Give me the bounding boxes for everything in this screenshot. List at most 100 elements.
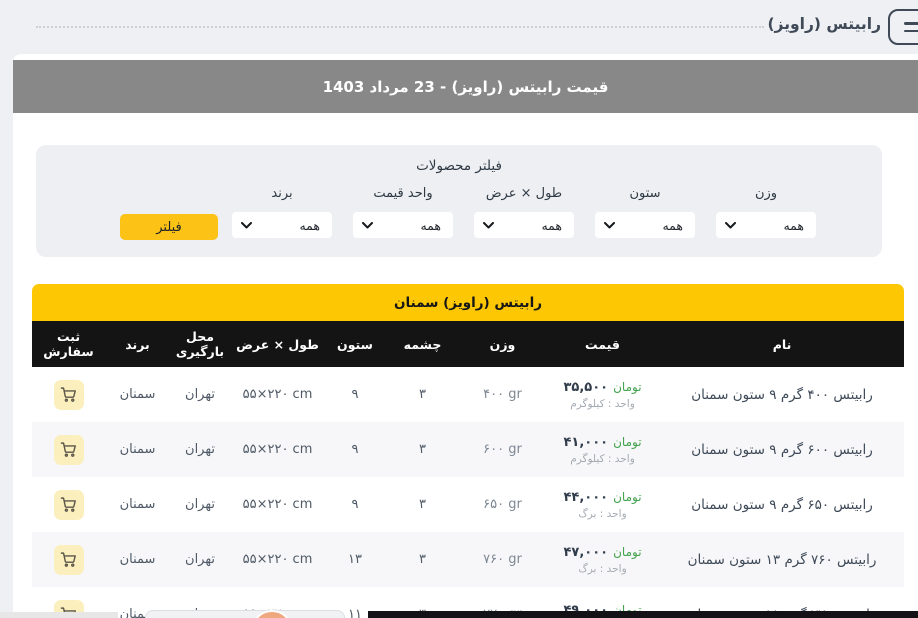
dotted-divider	[36, 26, 764, 28]
price-value: ۳۵,۵۰۰	[563, 380, 608, 395]
brand-value: سمنان	[105, 387, 170, 402]
product-name: رابیتس ۶۰۰ گرم ۹ ستون سمنان	[660, 442, 904, 458]
cheshmeh-value: ۳	[385, 442, 460, 457]
filter-fields: وزن همه ستون همه طول × عرض همه واحد قیمت	[232, 186, 816, 238]
table-row: رابیتس ۶۵۰ گرم ۹ ستون سمنان ۴۴,۰۰۰ تومان…	[32, 477, 904, 532]
hamburger-icon	[904, 22, 918, 25]
price-line: ۳۵,۵۰۰ تومان	[563, 380, 641, 395]
filter-dropdown[interactable]: همه	[232, 212, 332, 238]
sotoon-value: ۹	[325, 442, 385, 457]
column-header: برند	[105, 337, 170, 352]
table-title: رابیتس (راویز) سمنان	[32, 284, 904, 321]
size-value: ۵۵×۲۲۰ cm	[230, 497, 325, 512]
table-header-row: نامقیمتوزنچشمهستونطول × عرضمحل بارگیریبر…	[32, 321, 904, 367]
column-header: نام	[660, 337, 904, 352]
product-name: رابیتس ۷۶۰ گرم ۱۳ ستون سمنان	[660, 552, 904, 568]
column-header: قیمت	[545, 337, 660, 352]
filter-selected-value: همه	[662, 218, 683, 233]
cart-icon	[60, 551, 77, 568]
filter-dropdown[interactable]: همه	[595, 212, 695, 238]
size-value: ۵۵×۲۲۰ cm	[230, 442, 325, 457]
table-row: رابیتس ۶۰۰ گرم ۹ ستون سمنان ۴۱,۰۰۰ تومان…	[32, 422, 904, 477]
price-line: ۴۱,۰۰۰ تومان	[563, 435, 641, 450]
size-value: ۵۵×۲۲۰ cm	[230, 552, 325, 567]
filter-label: ستون	[629, 186, 660, 201]
price-table: رابیتس (راویز) سمنان نامقیمتوزنچشمهستونط…	[32, 284, 904, 618]
cheshmeh-value: ۳	[385, 497, 460, 512]
chevron-down-icon	[241, 222, 252, 229]
bottom-scroll-strip	[0, 612, 118, 618]
price-cell: ۴۷,۰۰۰ تومان واحد : برگ	[545, 545, 660, 575]
table-row: رابیتس ۴۰۰ گرم ۹ ستون سمنان ۳۵,۵۰۰ تومان…	[32, 367, 904, 422]
brand-value: سمنان	[105, 552, 170, 567]
weight-value: ۶۵۰ gr	[460, 497, 545, 512]
cheshmeh-value: ۳	[385, 552, 460, 567]
order-cell	[32, 490, 105, 520]
cart-icon	[60, 386, 77, 403]
loading-location-value: تهران	[170, 552, 230, 567]
top-bar: رابیتس (راویز)	[0, 0, 918, 54]
filter-submit-button[interactable]: فیلتر	[120, 214, 218, 240]
order-cell	[32, 380, 105, 410]
page: رابیتس (راویز) قیمت رابیتس (راویز) - 23 …	[0, 0, 918, 618]
filter-group: وزن همه	[716, 186, 816, 238]
hamburger-menu-button[interactable]	[888, 9, 918, 45]
filter-panel-title: فیلتر محصولات	[36, 158, 882, 174]
filter-label: واحد قیمت	[373, 186, 432, 201]
currency-label: تومان	[613, 380, 641, 394]
cart-icon	[60, 441, 77, 458]
sotoon-value: ۹	[325, 387, 385, 402]
price-value: ۴۷,۰۰۰	[563, 545, 608, 560]
weight-value: ۶۰۰ gr	[460, 442, 545, 457]
column-header: چشمه	[385, 337, 460, 352]
filter-label: وزن	[755, 186, 777, 201]
price-cell: ۴۴,۰۰۰ تومان واحد : برگ	[545, 490, 660, 520]
bottom-black-bar	[368, 611, 918, 618]
currency-label: تومان	[613, 545, 641, 559]
chevron-down-icon	[725, 222, 736, 229]
cheshmeh-value: ۳	[385, 387, 460, 402]
price-value: ۴۴,۰۰۰	[563, 490, 608, 505]
add-to-cart-button[interactable]	[54, 490, 84, 520]
order-cell	[32, 435, 105, 465]
floating-widget[interactable]	[145, 610, 345, 618]
unit-label: واحد : کیلوگرم	[570, 398, 635, 410]
filter-dropdown[interactable]: همه	[353, 212, 453, 238]
column-header: محل بارگیری	[170, 329, 230, 359]
content-card: قیمت رابیتس (راویز) - 23 مرداد 1403 فیلت…	[13, 54, 918, 618]
loading-location-value: تهران	[170, 387, 230, 402]
filter-dropdown[interactable]: همه	[716, 212, 816, 238]
filter-dropdown[interactable]: همه	[474, 212, 574, 238]
filter-selected-value: همه	[299, 218, 320, 233]
add-to-cart-button[interactable]	[54, 435, 84, 465]
chevron-down-icon	[604, 222, 615, 229]
weight-value: ۴۰۰ gr	[460, 387, 545, 402]
add-to-cart-button[interactable]	[54, 380, 84, 410]
price-banner: قیمت رابیتس (راویز) - 23 مرداد 1403	[13, 60, 918, 113]
chevron-down-icon	[483, 222, 494, 229]
sotoon-value: ۱۳	[325, 552, 385, 567]
table-row: رابیتس ۷۶۰ گرم ۱۳ ستون سمنان ۴۷,۰۰۰ توما…	[32, 532, 904, 587]
filter-selected-value: همه	[420, 218, 441, 233]
add-to-cart-button[interactable]	[54, 545, 84, 575]
chevron-down-icon	[362, 222, 373, 229]
filter-panel: فیلتر محصولات وزن همه ستون همه طول × عرض…	[36, 145, 882, 257]
loading-location-value: تهران	[170, 442, 230, 457]
column-header: ستون	[325, 337, 385, 352]
filter-label: طول × عرض	[486, 186, 562, 201]
filter-group: واحد قیمت همه	[353, 186, 453, 238]
sotoon-value: ۹	[325, 497, 385, 512]
filter-group: برند همه	[232, 186, 332, 238]
filter-group: ستون همه	[595, 186, 695, 238]
page-title: رابیتس (راویز)	[767, 15, 881, 33]
currency-label: تومان	[613, 490, 641, 504]
column-header: وزن	[460, 337, 545, 352]
column-header: طول × عرض	[230, 337, 325, 352]
price-value: ۴۱,۰۰۰	[563, 435, 608, 450]
filter-label: برند	[271, 186, 292, 201]
price-cell: ۳۵,۵۰۰ تومان واحد : کیلوگرم	[545, 380, 660, 410]
loading-location-value: تهران	[170, 497, 230, 512]
product-name: رابیتس ۶۵۰ گرم ۹ ستون سمنان	[660, 497, 904, 513]
unit-label: واحد : برگ	[578, 508, 626, 520]
column-header: ثبت سفارش	[32, 329, 105, 359]
